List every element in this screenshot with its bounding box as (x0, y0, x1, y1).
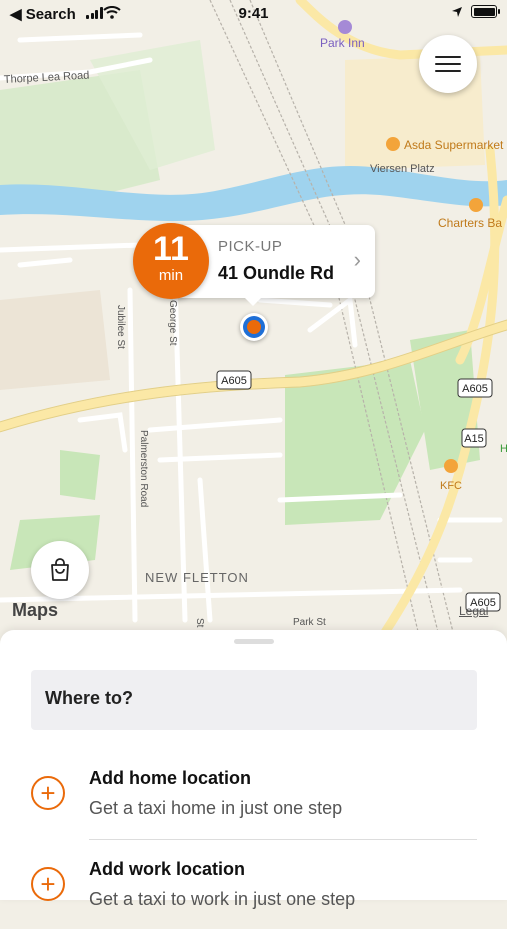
add-work-location-item[interactable]: + Add work location Get a taxi to work i… (31, 849, 477, 929)
shopping-bag-button[interactable] (31, 541, 89, 599)
map-label-palmerston-road: Palmerston Road (138, 430, 149, 507)
add-home-location-item[interactable]: + Add home location Get a taxi home in j… (31, 758, 477, 838)
add-home-title: Add home location (89, 768, 251, 788)
maps-brand-text: Maps (12, 600, 59, 620)
chevron-right-icon: › (353, 247, 361, 272)
map-label-h: H (500, 443, 507, 455)
map-label-george-st: George St (167, 300, 178, 346)
status-bar: ◀ Search 9:41 (0, 0, 507, 28)
map-label-a15: A15 (464, 433, 484, 445)
where-to-label: Where to? (45, 688, 133, 708)
where-to-search-field[interactable]: Where to? (31, 670, 477, 730)
sheet-drag-handle[interactable] (234, 639, 274, 644)
pickup-address: 41 Oundle Rd (218, 263, 335, 283)
add-work-plus-icon: + (31, 867, 65, 901)
map-label-a605: A605 (221, 375, 247, 387)
road-shield: A15 (461, 428, 487, 448)
add-home-subtitle: Get a taxi home in just one step (89, 798, 343, 818)
pickup-label: PICK-UP (218, 238, 283, 255)
battery-icon (471, 5, 500, 18)
map-label-charters: Charters Ba (438, 216, 502, 230)
divider (89, 839, 477, 840)
map-label-new-fletton: NEW FLETTON (145, 570, 249, 585)
pickup-location-marker (240, 313, 268, 341)
add-home-plus-icon: + (31, 776, 65, 810)
menu-button[interactable] (419, 35, 477, 93)
cafe-poi-icon[interactable] (469, 198, 483, 212)
road-shield: A605 (216, 370, 252, 390)
restaurant-poi-icon[interactable] (444, 459, 458, 473)
maps-attribution: Maps (12, 600, 58, 621)
eta-value: 11 (153, 230, 189, 268)
map-label-park-st: Park St (293, 617, 326, 628)
bottom-sheet: Where to? + Add home location Get a taxi… (0, 630, 507, 909)
legal-link[interactable]: Legal (459, 604, 488, 618)
map-label-a605-right: A605 (462, 383, 488, 395)
status-time: 9:41 (238, 5, 269, 22)
map-label-viersen-platz: Viersen Platz (370, 163, 435, 175)
eta-unit: min (158, 267, 184, 284)
road-shield: A605 (457, 378, 493, 398)
shopping-bag-icon (51, 558, 69, 581)
add-work-title: Add work location (89, 859, 246, 879)
map-label-jubilee-st: Jubilee St (115, 305, 126, 349)
location-arrow-icon (452, 6, 462, 17)
map-label-st: St (194, 618, 205, 628)
map-label-asda: Asda Supermarket (404, 138, 504, 152)
eta-badge[interactable]: 11 min (133, 223, 209, 299)
map-label-park-inn: Park Inn (320, 36, 365, 50)
hamburger-icon (435, 51, 461, 77)
map-label-kfc: KFC (440, 480, 462, 492)
shopping-poi-icon[interactable] (386, 137, 400, 151)
